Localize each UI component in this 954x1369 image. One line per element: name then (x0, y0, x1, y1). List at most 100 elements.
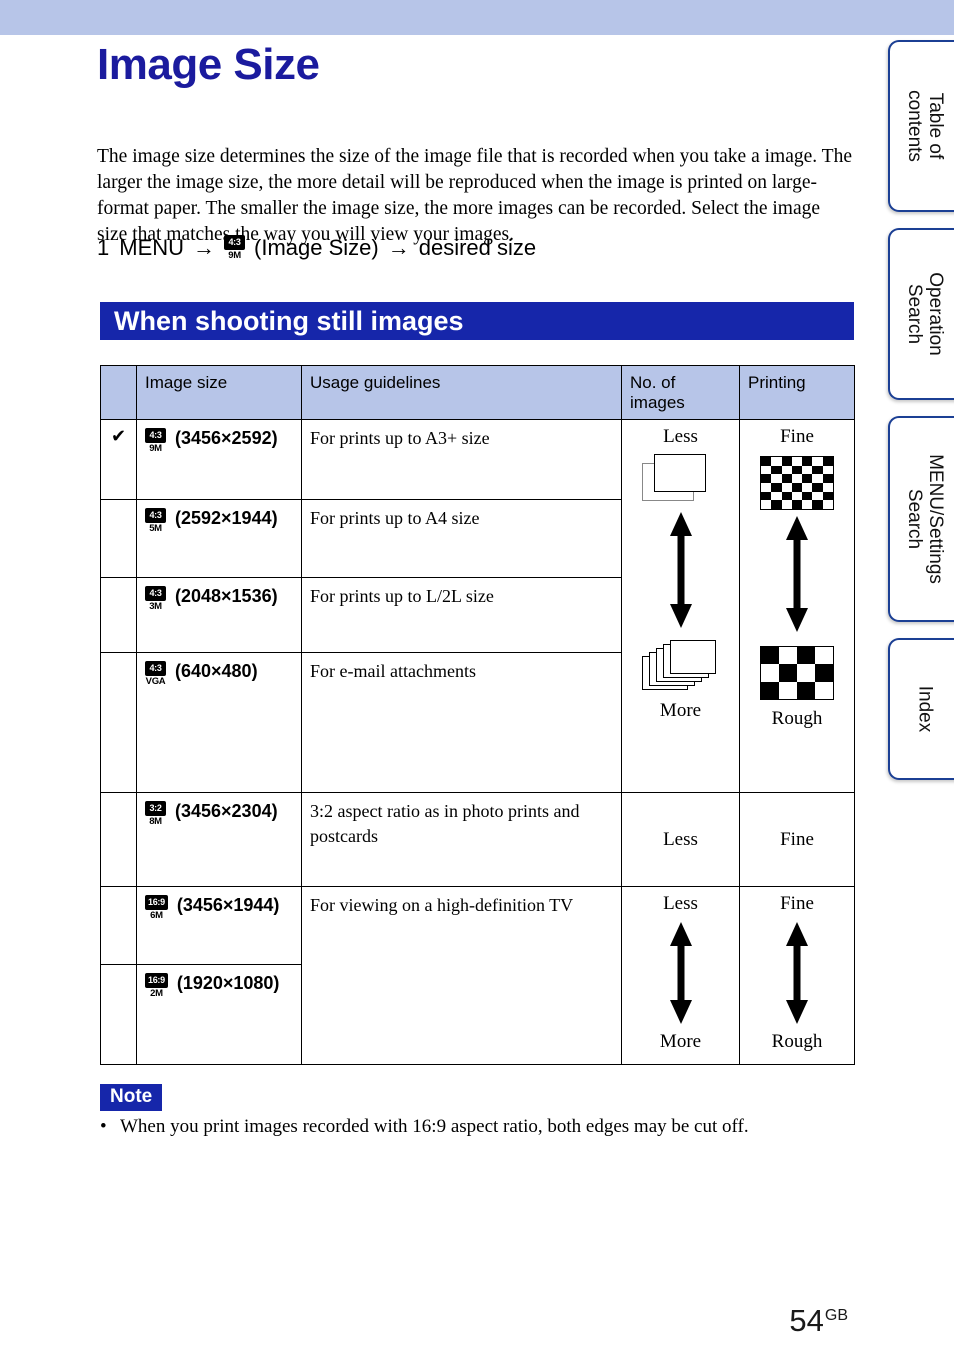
usage-guideline-cell: For prints up to L/2L size (301, 577, 622, 653)
image-size-cell: 4:3 VGA (640×480) (136, 652, 302, 793)
side-tab-line2: contents (904, 90, 925, 162)
page-number: 54GB (789, 1303, 848, 1339)
menu-icon-caption: (Image Size) (254, 235, 379, 260)
image-size-cell: 4:3 9M (3456×2592) (136, 419, 302, 500)
image-size-icon: 4:3 5M (145, 508, 166, 534)
scale-bottom-label: More (659, 1031, 702, 1052)
image-size-icon: 4:3 9M (224, 235, 246, 261)
table-row: 16:9 6M (3456×1944) For viewing on a hig… (100, 886, 855, 1065)
col-header-usage-guidelines: Usage guidelines (301, 365, 622, 420)
image-size-icon: 16:9 2M (145, 973, 168, 999)
icon-ratio-label: 16:9 (145, 895, 168, 910)
page-number-suffix: GB (824, 1306, 848, 1324)
side-tab-line1: Table of (925, 92, 946, 160)
icon-ratio-label: 4:3 (145, 661, 166, 676)
selected-checkmark-empty (100, 792, 137, 887)
image-size-value: (1920×1080) (176, 972, 280, 993)
side-tab-rail: Table of contents Operation Search MENU/… (880, 40, 954, 780)
image-size-value: (3456×2592) (175, 427, 278, 448)
scale-bottom-label: Rough (771, 1031, 823, 1052)
icon-megapixel-label: 9M (228, 250, 241, 261)
arrow-right-icon: → (193, 235, 216, 260)
page-content: Image Size The image size determines the… (0, 0, 880, 1369)
checkerboard-rough-icon (760, 646, 834, 700)
double-arrow-icon (669, 922, 692, 1024)
no-of-images-illustration: Less (621, 419, 740, 793)
arrow-right-icon-2: → (387, 235, 410, 260)
image-size-icon: 4:3 VGA (145, 661, 166, 687)
menu-step-line: 1 MENU → 4:3 9M (Image Size) → desired s… (97, 235, 536, 261)
icon-megapixel-label: 8M (149, 816, 162, 827)
icon-megapixel-label: 6M (150, 910, 163, 921)
usage-guideline-cell: For prints up to A3+ size (301, 419, 622, 500)
side-tab-index[interactable]: Index (888, 638, 954, 780)
note-badge: Note (100, 1084, 163, 1111)
scale-top-label: Fine (780, 426, 814, 447)
image-size-cell: 16:9 6M (3456×1944) (136, 886, 302, 965)
printing-illustration: Fine (739, 419, 855, 793)
scale-top-label: Fine (780, 893, 814, 914)
icon-ratio-label: 4:3 (145, 508, 166, 523)
double-arrow-icon (786, 922, 808, 1024)
image-size-table-wrap: Image size Usage guidelines No. of image… (100, 365, 855, 1065)
printing-illustration: Fine Rough (739, 886, 855, 1065)
col-header-image-size: Image size (136, 365, 302, 420)
side-tab-menu-settings-search[interactable]: MENU/Settings Search (888, 416, 954, 622)
image-size-cell: 16:9 2M (1920×1080) (136, 964, 302, 1065)
image-size-cell: 4:3 3M (2048×1536) (136, 577, 302, 653)
image-size-icon: 4:3 3M (145, 586, 166, 612)
usage-guideline-cell: For prints up to A4 size (301, 499, 622, 578)
side-tab-table-of-contents[interactable]: Table of contents (888, 40, 954, 212)
selected-checkmark-empty (100, 652, 137, 793)
intro-paragraph: The image size determines the size of th… (97, 145, 852, 245)
icon-megapixel-label: 5M (149, 523, 162, 534)
image-size-value: (3456×2304) (175, 800, 278, 821)
icon-megapixel-label: 9M (149, 443, 162, 454)
image-size-value: (2592×1944) (175, 507, 278, 528)
selected-checkmark-empty (100, 964, 137, 1065)
image-size-table: Image size Usage guidelines No. of image… (100, 365, 855, 1065)
image-size-value: (640×480) (175, 660, 258, 681)
double-arrow-icon (669, 512, 692, 628)
side-tab-label: MENU/Settings Search (904, 454, 946, 584)
no-of-images-illustration: Less More (621, 886, 740, 1065)
menu-step-result: desired size (418, 235, 537, 260)
bullet-icon: • (100, 1116, 107, 1137)
icon-megapixel-label: 2M (150, 988, 163, 999)
image-size-icon: 16:9 6M (145, 895, 168, 921)
double-arrow-icon (786, 516, 808, 632)
side-tab-label: Table of contents (904, 90, 946, 162)
side-tab-label: Operation Search (904, 272, 946, 355)
section-heading: When shooting still images (100, 302, 854, 340)
side-tab-line2: Search (904, 283, 925, 345)
selected-checkmark: ✔ (100, 419, 137, 500)
scale-bottom-label: More (659, 700, 702, 721)
icon-ratio-label: 3:2 (145, 801, 166, 816)
side-tab-operation-search[interactable]: Operation Search (888, 228, 954, 400)
image-size-value: (2048×1536) (175, 585, 278, 606)
printing-illustration: Fine (739, 792, 855, 887)
side-tab-label: Index (915, 686, 936, 732)
usage-guideline-cell: For e-mail attachments (301, 652, 622, 793)
page-title: Image Size (97, 40, 320, 89)
usage-guideline-cell: For viewing on a high-definition TV (301, 886, 622, 1065)
no-of-images-illustration: Less (621, 792, 740, 887)
image-size-cell: 4:3 5M (2592×1944) (136, 499, 302, 578)
scale-top-label: Fine (780, 828, 814, 850)
photo-stack-few-icon (641, 454, 720, 506)
image-size-icon: 4:3 9M (145, 428, 166, 454)
image-size-icon: 3:2 8M (145, 801, 166, 827)
selected-checkmark-empty (100, 577, 137, 653)
icon-megapixel-label: VGA (145, 676, 166, 687)
icon-ratio-label: 4:3 (145, 428, 166, 443)
scale-top-label: Less (663, 828, 698, 850)
selected-checkmark-empty (100, 886, 137, 965)
checkerboard-fine-icon (760, 456, 834, 510)
table-header-row: Image size Usage guidelines No. of image… (100, 365, 855, 420)
side-tab-line1: MENU/Settings (925, 454, 946, 584)
col-header-no-of-images: No. of images (621, 365, 740, 420)
note-item-text: When you print images recorded with 16:9… (120, 1116, 749, 1137)
icon-ratio-label: 4:3 (224, 235, 246, 250)
usage-guideline-cell: 3:2 aspect ratio as in photo prints and … (301, 792, 622, 887)
page-number-value: 54 (789, 1303, 824, 1338)
